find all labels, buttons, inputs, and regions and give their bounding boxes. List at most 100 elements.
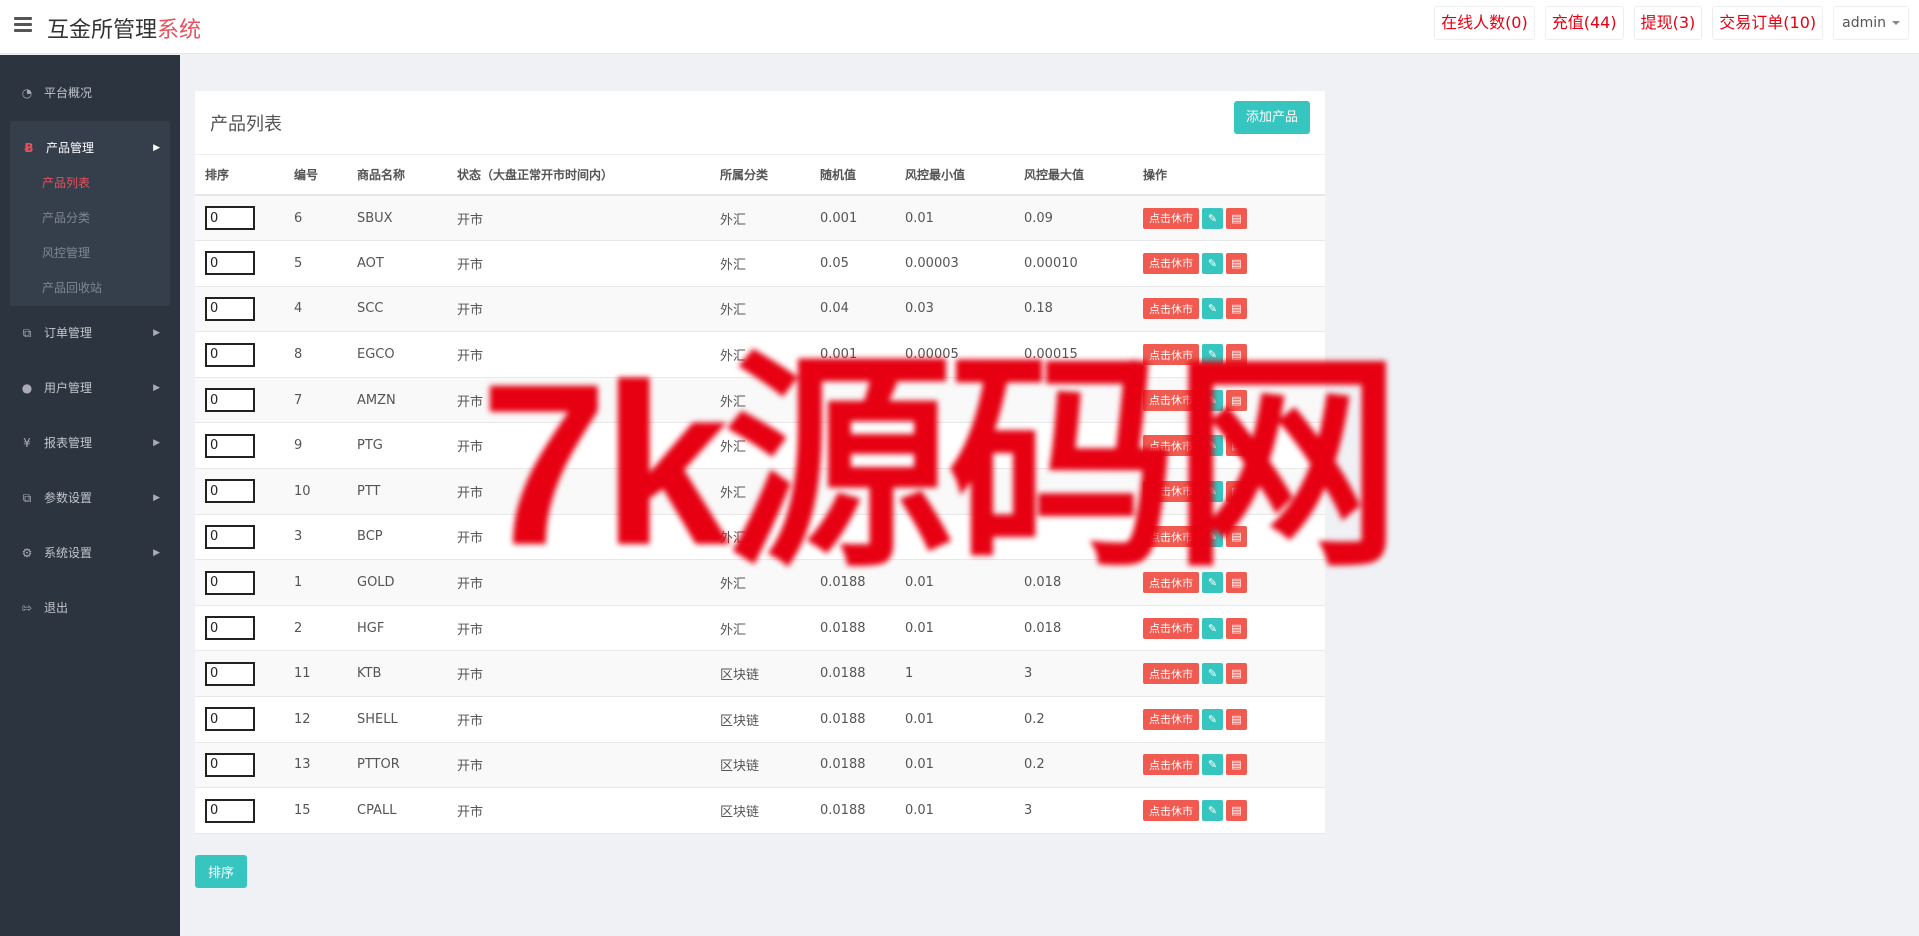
edit-button[interactable]: ✎ [1202, 389, 1223, 411]
sidebar-sub-product-category[interactable]: 产品分类 [10, 201, 170, 236]
close-market-button[interactable]: 点击休市 [1143, 754, 1199, 776]
pencil-icon: ✎ [1207, 531, 1218, 544]
close-market-button[interactable]: 点击休市 [1143, 800, 1199, 822]
sidebar-item-users[interactable]: ● 用户管理 ▶ [0, 361, 180, 416]
cell-status: 开市 [457, 605, 720, 652]
cell-category: 外汇 [720, 559, 820, 606]
cell-status: 开市 [457, 195, 720, 242]
edit-button[interactable]: ✎ [1202, 754, 1223, 776]
sidebar-item-label: 用户管理 [44, 381, 93, 395]
close-market-button[interactable]: 点击休市 [1143, 344, 1199, 366]
delete-button[interactable]: ▤ [1226, 298, 1247, 320]
close-market-button[interactable]: 点击休市 [1143, 572, 1199, 594]
pencil-icon: ✎ [1207, 668, 1218, 681]
sidebar-item-label: 退出 [44, 601, 69, 615]
sidebar-item-reports[interactable]: ¥ 报表管理 ▶ [0, 416, 180, 471]
sort-button[interactable]: 排序 [195, 855, 248, 888]
delete-button[interactable]: ▤ [1226, 617, 1247, 639]
close-market-button[interactable]: 点击休市 [1143, 708, 1199, 730]
sort-input[interactable] [205, 479, 255, 504]
edit-button[interactable]: ✎ [1202, 344, 1223, 366]
close-market-button[interactable]: 点击休市 [1143, 252, 1199, 274]
cell-id: 9 [294, 422, 357, 470]
sidebar-item-system[interactable]: ⚙ 系统设置 ▶ [0, 526, 180, 581]
sidebar-item-products[interactable]: Ƀ 产品管理 ▶ [10, 121, 170, 176]
sort-input[interactable] [205, 206, 255, 231]
menu-toggle-icon[interactable] [14, 17, 32, 33]
col-risk-max: 风控最大值 [1024, 155, 1143, 196]
sort-input[interactable] [205, 798, 255, 823]
sort-input[interactable] [205, 616, 255, 641]
online-count-link[interactable]: 在线人数(0) [1434, 6, 1535, 40]
edit-button[interactable]: ✎ [1202, 708, 1223, 730]
edit-button[interactable]: ✎ [1202, 526, 1223, 548]
trade-orders-link[interactable]: 交易订单(10) [1712, 6, 1824, 40]
cell-status: 开市 [457, 286, 720, 333]
close-market-button[interactable]: 点击休市 [1143, 663, 1199, 685]
user-name: admin [1842, 15, 1886, 31]
sort-input[interactable] [205, 707, 255, 732]
delete-button[interactable]: ▤ [1226, 435, 1247, 457]
edit-button[interactable]: ✎ [1202, 617, 1223, 639]
edit-button[interactable]: ✎ [1202, 207, 1223, 229]
edit-button[interactable]: ✎ [1202, 252, 1223, 274]
recharge-link[interactable]: 充值(44) [1544, 6, 1624, 40]
sort-input[interactable] [205, 342, 255, 367]
withdraw-link[interactable]: 提现(3) [1633, 6, 1703, 40]
close-market-button[interactable]: 点击休市 [1143, 526, 1199, 548]
edit-button[interactable]: ✎ [1202, 435, 1223, 457]
col-random: 随机值 [820, 155, 905, 196]
sidebar-item-logout[interactable]: ⇰ 退出 [0, 581, 180, 636]
sidebar-sub-risk-control[interactable]: 风控管理 [10, 236, 170, 271]
cell-sort [195, 650, 294, 698]
delete-button[interactable]: ▤ [1226, 800, 1247, 822]
sort-input[interactable] [205, 524, 255, 549]
cell-actions: 点击休市 ✎ ▤ [1143, 559, 1325, 606]
sidebar-item-orders[interactable]: ⧉ 订单管理 ▶ [0, 306, 180, 361]
edit-button[interactable]: ✎ [1202, 480, 1223, 502]
delete-button[interactable]: ▤ [1226, 389, 1247, 411]
sort-input[interactable] [205, 570, 255, 595]
cell-id: 7 [294, 377, 357, 424]
delete-button[interactable]: ▤ [1226, 526, 1247, 548]
cell-actions: 点击休市 ✎ ▤ [1143, 742, 1325, 789]
close-market-button[interactable]: 点击休市 [1143, 617, 1199, 639]
table-row: 2HGF开市外汇0.01880.010.018点击休市 ✎ ▤ [195, 605, 1325, 652]
delete-button[interactable]: ▤ [1226, 663, 1247, 685]
row-actions: 点击休市 ✎ ▤ [1143, 435, 1325, 457]
delete-button[interactable]: ▤ [1226, 572, 1247, 594]
sort-input[interactable] [205, 752, 255, 777]
edit-button[interactable]: ✎ [1202, 663, 1223, 685]
close-market-button[interactable]: 点击休市 [1143, 389, 1199, 411]
delete-button[interactable]: ▤ [1226, 754, 1247, 776]
sidebar-item-params[interactable]: ⧉ 参数设置 ▶ [0, 471, 180, 526]
add-product-button[interactable]: 添加产品 [1233, 101, 1310, 134]
sort-input[interactable] [205, 433, 255, 458]
delete-button[interactable]: ▤ [1226, 480, 1247, 502]
sort-input[interactable] [205, 296, 255, 321]
sort-input[interactable] [205, 388, 255, 413]
sidebar-item-overview[interactable]: ◔ 平台概况 [0, 66, 180, 121]
cell-risk-max: 3 [1024, 787, 1143, 834]
sort-input[interactable] [205, 251, 255, 276]
trash-icon: ▤ [1231, 303, 1242, 316]
close-market-button[interactable]: 点击休市 [1143, 298, 1199, 320]
cell-risk-max: 0.2 [1024, 742, 1143, 789]
cell-random: 0.001 [820, 331, 905, 378]
sidebar-sub-recycle-bin[interactable]: 产品回收站 [10, 271, 170, 306]
pencil-icon: ✎ [1207, 212, 1218, 225]
edit-button[interactable]: ✎ [1202, 298, 1223, 320]
edit-button[interactable]: ✎ [1202, 572, 1223, 594]
delete-button[interactable]: ▤ [1226, 207, 1247, 229]
sort-input[interactable] [205, 661, 255, 686]
delete-button[interactable]: ▤ [1226, 708, 1247, 730]
delete-button[interactable]: ▤ [1226, 344, 1247, 366]
close-market-button[interactable]: 点击休市 [1143, 435, 1199, 457]
close-market-button[interactable]: 点击休市 [1143, 480, 1199, 502]
edit-button[interactable]: ✎ [1202, 800, 1223, 822]
pencil-icon: ✎ [1207, 394, 1218, 407]
user-menu[interactable]: admin [1833, 6, 1909, 40]
close-market-button[interactable]: 点击休市 [1143, 207, 1199, 229]
delete-button[interactable]: ▤ [1226, 252, 1247, 274]
gears-icon: ⚙ [21, 546, 33, 560]
